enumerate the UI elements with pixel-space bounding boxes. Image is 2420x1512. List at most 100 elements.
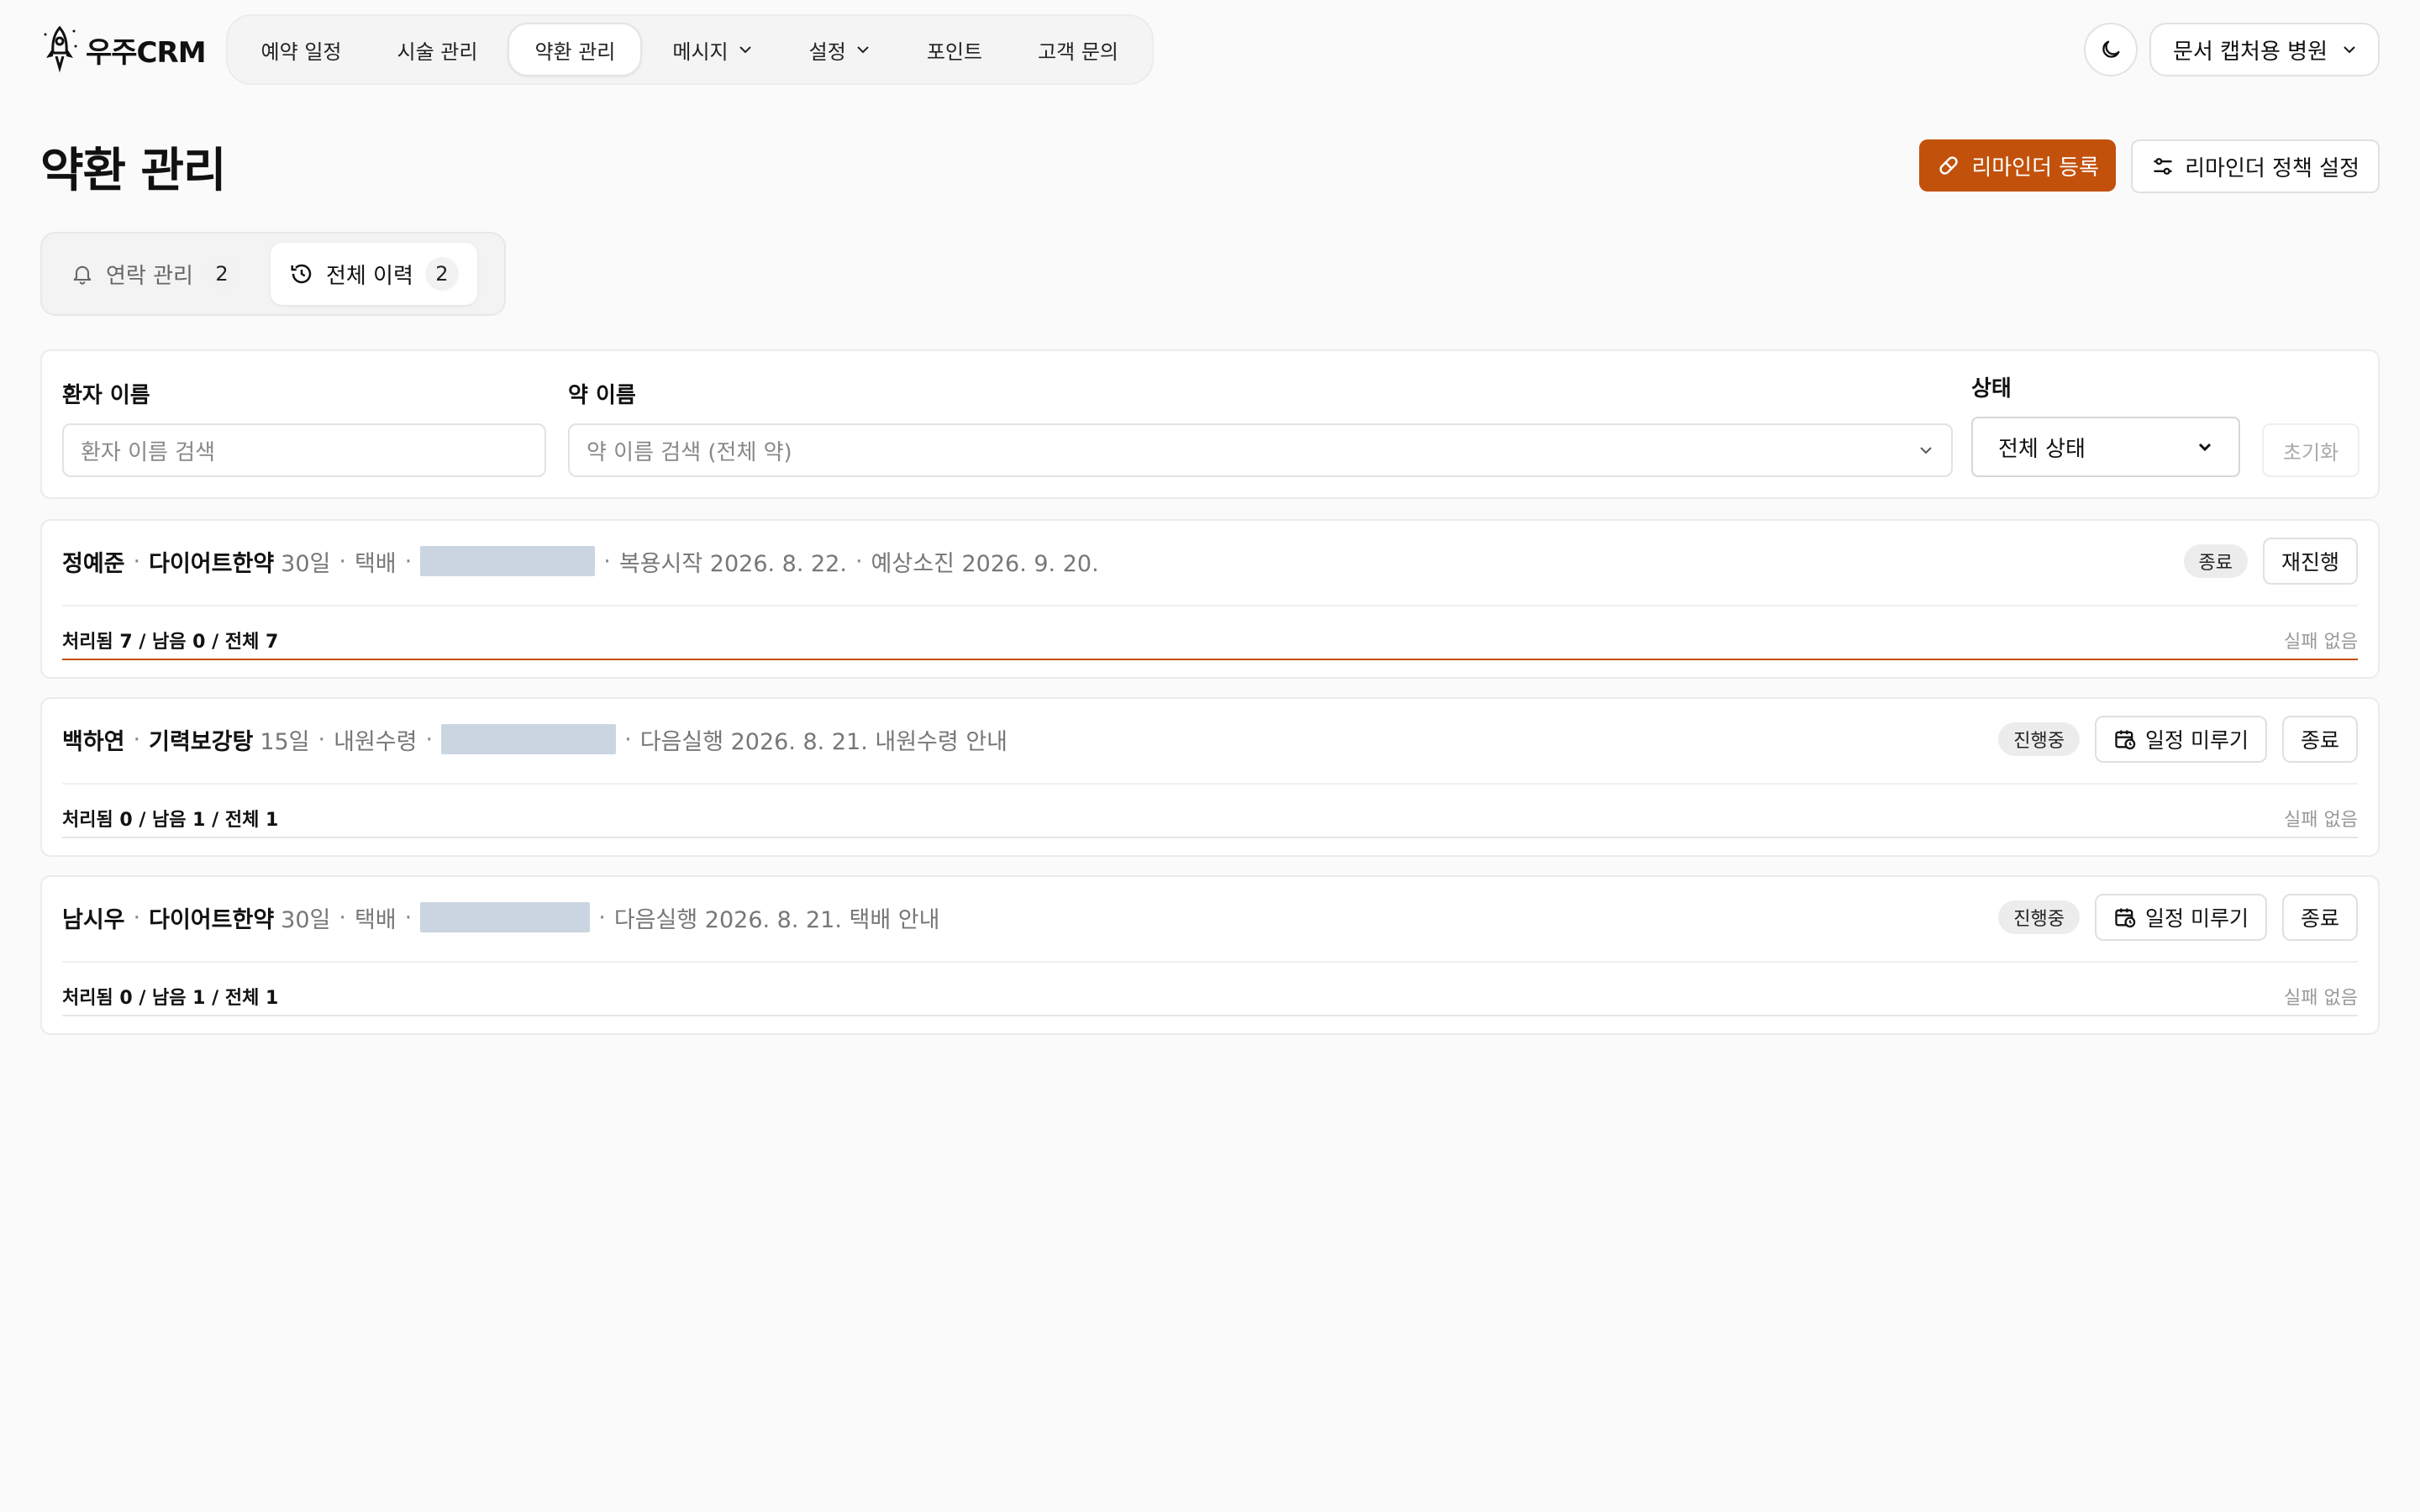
- patient-name: 남시우: [62, 906, 125, 933]
- nav-item-label: 예약 일정: [260, 39, 342, 64]
- nav-item-4[interactable]: 설정: [784, 23, 897, 76]
- medicine-search-combobox[interactable]: 약 이름 검색 (전체 약): [568, 423, 1953, 477]
- page: 우주CRM 예약 일정 시술 관리 약환 관리 메시지 설정 포인트 고객 문의 문서 캡처…: [0, 0, 2420, 1512]
- failure-status: 실패 없음: [2284, 632, 2358, 653]
- progress-fill: [62, 659, 2358, 660]
- resume-button[interactable]: 재진행: [2262, 538, 2358, 585]
- filter-card: 환자 이름 환자 이름 검색 약 이름 약 이름 검색 (전체 약) 상태 전체…: [40, 349, 2380, 499]
- receive-method: 내원수령: [334, 728, 418, 755]
- reset-button[interactable]: 초기화: [2262, 423, 2360, 477]
- schedule-detail: 복용시작 2026. 8. 22.: [618, 550, 847, 577]
- nav-item-0[interactable]: 예약 일정: [236, 23, 367, 76]
- patient-search-placeholder: 환자 이름 검색: [81, 439, 216, 465]
- duration: 15일: [260, 728, 310, 755]
- calendar-clock-icon: [2115, 730, 2136, 750]
- chevron-down-icon: [2198, 443, 2212, 452]
- tab-full-history[interactable]: 전체 이력 2: [270, 243, 477, 305]
- button-label: 일정 미루기: [2145, 728, 2249, 753]
- status-select[interactable]: 전체 상태: [1971, 417, 2240, 477]
- end-button[interactable]: 종료: [2281, 894, 2358, 941]
- nav-item-1[interactable]: 시술 관리: [371, 23, 502, 76]
- nav-item-5[interactable]: 포인트: [902, 23, 1007, 76]
- divider: [62, 605, 2358, 606]
- separator: ·: [133, 548, 141, 575]
- medicine-name-label: 약 이름: [568, 383, 636, 408]
- separator: ·: [624, 726, 632, 753]
- divider: [62, 961, 2358, 963]
- row-summary: 백하연 · 기력보강탕 15일 · 내원수령 · · 다음실행 2026. 8. 21. 내원수…: [62, 719, 1007, 759]
- chevron-down-icon: [2344, 46, 2355, 54]
- reminder-row: 정예준 · 다이어트한약 30일 · 택배 · · 복용시작 2026. 8. 22. · 예상소진…: [40, 519, 2380, 679]
- pill-icon: [1939, 156, 1958, 175]
- separator: ·: [425, 726, 434, 753]
- progress-stats: 처리됨 0 / 남음 1 / 전체 1: [62, 810, 279, 831]
- bell-icon: [73, 265, 92, 285]
- row-actions: 진행중 일정 미루기 종료: [1998, 894, 2358, 941]
- reminder-policy-label: 리마인더 정책 설정: [2185, 155, 2360, 181]
- medicine-name: 다이어트한약: [149, 550, 275, 577]
- page-title: 약환 관리: [40, 144, 227, 198]
- button-label: 재진행: [2281, 550, 2339, 575]
- nav-item-2[interactable]: 약환 관리: [508, 23, 643, 76]
- separator: ·: [133, 726, 141, 753]
- tab-count: 2: [424, 257, 459, 291]
- register-reminder-button[interactable]: 리마인더 등록: [1919, 139, 2117, 192]
- main-nav: 예약 일정 시술 관리 약환 관리 메시지 설정 포인트 고객 문의: [225, 14, 1155, 85]
- view-tabs: 연락 관리 2 전체 이력 2: [40, 232, 506, 316]
- reminder-row: 남시우 · 다이어트한약 30일 · 택배 · · 다음실행 2026. 8. 21. 택배 안…: [40, 875, 2380, 1035]
- failure-status: 실패 없음: [2284, 988, 2358, 1009]
- duration: 30일: [281, 550, 331, 577]
- failure-status: 실패 없음: [2284, 810, 2358, 831]
- tab-contact-management[interactable]: 연락 관리 2: [52, 243, 257, 305]
- postpone-button[interactable]: 일정 미루기: [2095, 894, 2267, 941]
- reminder-policy-button[interactable]: 리마인더 정책 설정: [2131, 139, 2380, 193]
- reset-label: 초기화: [2282, 440, 2339, 465]
- top-header: 우주CRM 예약 일정 시술 관리 약환 관리 메시지 설정 포인트 고객 문의 문서 캡처…: [40, 14, 2380, 85]
- patient-name-label: 환자 이름: [62, 383, 150, 408]
- postpone-button[interactable]: 일정 미루기: [2095, 716, 2267, 763]
- separator: ·: [404, 904, 413, 931]
- medicine-name: 다이어트한약: [149, 906, 275, 933]
- patient-search-input[interactable]: 환자 이름 검색: [62, 423, 546, 477]
- status-select-value: 전체 상태: [1998, 436, 2086, 462]
- clinic-selector[interactable]: 문서 캡처용 병원: [2149, 23, 2380, 76]
- status-badge: 종료: [2183, 544, 2248, 578]
- nav-item-3[interactable]: 메시지: [647, 23, 778, 76]
- schedule-detail: 다음실행 2026. 8. 21. 택배 안내: [613, 906, 940, 933]
- row-summary: 정예준 · 다이어트한약 30일 · 택배 · · 복용시작 2026. 8. 22. · 예상소진…: [62, 541, 1099, 581]
- row-summary: 남시우 · 다이어트한약 30일 · 택배 · · 다음실행 2026. 8. 21. 택배 안…: [62, 897, 939, 937]
- medicine-search-placeholder: 약 이름 검색 (전체 약): [587, 439, 792, 465]
- status-badge: 진행중: [1998, 722, 2081, 756]
- nav-item-6[interactable]: 고객 문의: [1013, 23, 1144, 76]
- separator: ·: [339, 548, 346, 575]
- chevron-down-icon: [1920, 447, 1932, 454]
- patient-name: 정예준: [62, 550, 125, 577]
- masked-phone: [420, 902, 591, 932]
- separator: ·: [404, 548, 413, 575]
- row-actions: 진행중 일정 미루기 종료: [1998, 716, 2358, 763]
- receive-method: 택배: [354, 550, 397, 577]
- nav-item-label: 고객 문의: [1038, 39, 1119, 64]
- progress-bar: [62, 659, 2358, 660]
- masked-phone: [441, 724, 617, 754]
- separator: ·: [318, 726, 326, 753]
- divider: [62, 783, 2358, 785]
- sliders-icon: [2154, 158, 2172, 175]
- status-badge: 진행중: [1998, 900, 2081, 934]
- moon-icon: [2102, 40, 2120, 58]
- end-button[interactable]: 종료: [2281, 716, 2358, 763]
- progress-bar: [62, 1015, 2358, 1016]
- row-actions: 종료 재진행: [2183, 538, 2358, 585]
- logo[interactable]: 우주CRM: [40, 15, 207, 84]
- progress-stats: 처리됨 7 / 남음 0 / 전체 7: [62, 632, 279, 653]
- nav-item-label: 설정: [808, 39, 846, 64]
- nav-item-label: 메시지: [672, 39, 729, 64]
- theme-toggle-button[interactable]: [2084, 23, 2139, 76]
- button-label: 일정 미루기: [2145, 906, 2249, 931]
- medicine-name: 기력보강탕: [149, 728, 254, 755]
- rocket-icon: [44, 25, 77, 73]
- nav-item-label: 포인트: [926, 39, 983, 64]
- register-reminder-label: 리마인더 등록: [1971, 155, 2100, 181]
- button-label: 종료: [2300, 906, 2339, 931]
- progress-stats: 처리됨 0 / 남음 1 / 전체 1: [62, 988, 279, 1009]
